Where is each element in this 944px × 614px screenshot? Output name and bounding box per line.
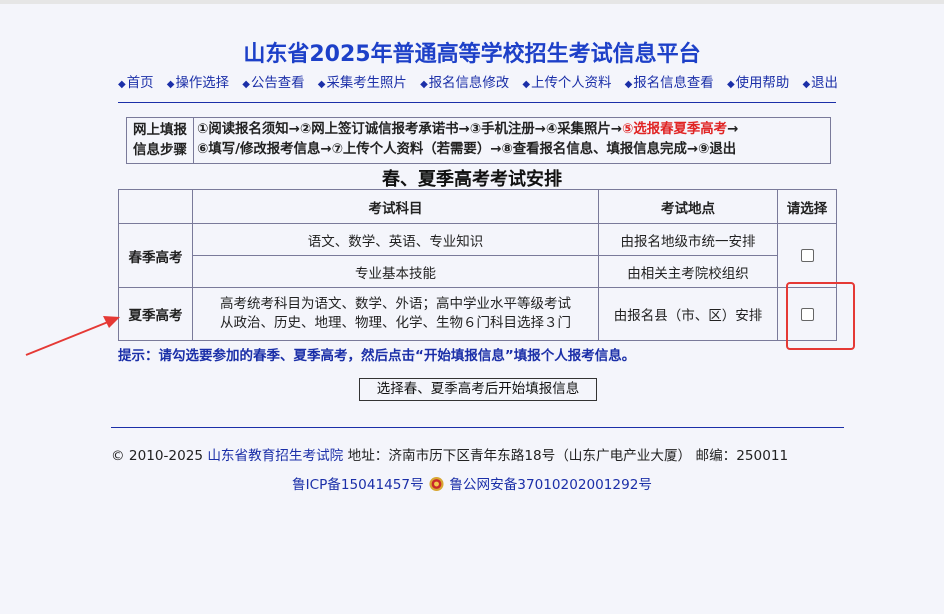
summer-exam-checkbox[interactable] — [800, 307, 814, 321]
footer-info: © 2010-2025 山东省教育招生考试院 地址：济南市历下区青年东路18号（… — [111, 448, 789, 464]
diamond-icon: ◆ — [726, 79, 735, 90]
nav-announcements[interactable]: ◆公告查看 — [242, 71, 304, 91]
diamond-icon: ◆ — [317, 79, 326, 90]
footer-divider — [111, 427, 844, 428]
steps-box: 网上填报 信息步骤 ①阅读报名须知→②网上签订诚信报考承诺书→③手机注册→④采集… — [126, 117, 831, 164]
spring-select-cell — [777, 223, 837, 288]
diamond-icon: ◆ — [420, 79, 428, 90]
summer-location: 由报名县（市、区）安排 — [598, 287, 778, 341]
nav-view-info[interactable]: ◆报名信息查看 — [625, 71, 714, 91]
nav-exit[interactable]: ◆退出 — [802, 71, 837, 91]
spring-exam-label: 春季高考 — [118, 223, 193, 288]
page-title: 山东省2025年普通高等学校招生考试信息平台 — [243, 42, 701, 67]
table-row: 夏季高考 高考统考科目为语文、数学、外语；高中学业水平等级考试 从政治、历史、地… — [118, 287, 837, 341]
current-step: ⑤选报春夏季高考 — [622, 122, 728, 137]
steps-label: 网上填报 信息步骤 — [127, 118, 194, 163]
police-record-link[interactable]: 鲁公网安备37010202001292号 — [449, 477, 652, 493]
arrow-line — [25, 321, 109, 356]
org-link[interactable]: 山东省教育招生考试院 — [207, 448, 343, 464]
summer-select-cell — [777, 287, 837, 341]
start-fill-button[interactable]: 选择春、夏季高考后开始填报信息 — [359, 378, 597, 401]
summer-exam-label: 夏季高考 — [118, 287, 193, 341]
police-badge-icon — [429, 476, 444, 492]
top-rule — [0, 0, 944, 4]
main-nav: ◆首页 ◆操作选择 ◆公告查看 ◆采集考生照片 ◆报名信息修改 ◆上传个人资料 … — [118, 71, 838, 91]
spring-location-1: 由报名地级市统一安排 — [598, 223, 778, 256]
divider — [118, 102, 836, 103]
nav-modify-info[interactable]: ◆报名信息修改 — [420, 71, 509, 91]
spring-subject-1: 语文、数学、英语、专业知识 — [192, 223, 599, 256]
icp-link[interactable]: 鲁ICP备15041457号 — [292, 477, 424, 493]
nav-home[interactable]: ◆首页 — [118, 71, 153, 91]
hint-text: 提示：请勾选要参加的春季、夏季高考，然后点击“开始填报信息”填报个人报考信息。 — [118, 348, 636, 364]
nav-upload-docs[interactable]: ◆上传个人资料 — [522, 71, 611, 91]
spring-exam-checkbox[interactable] — [800, 249, 814, 262]
summer-subject: 高考统考科目为语文、数学、外语；高中学业水平等级考试 从政治、历史、地理、物理、… — [192, 287, 599, 341]
diamond-icon: ◆ — [242, 79, 250, 90]
diamond-icon: ◆ — [522, 79, 531, 90]
diamond-icon: ◆ — [624, 79, 633, 90]
nav-collect-photo[interactable]: ◆采集考生照片 — [318, 71, 407, 91]
nav-operation-select[interactable]: ◆操作选择 — [167, 71, 229, 91]
table-title: 春、夏季高考考试安排 — [382, 169, 562, 190]
table-row: 春季高考 语文、数学、英语、专业知识 由报名地级市统一安排 — [118, 223, 837, 288]
steps-flow: ①阅读报名须知→②网上签订诚信报考承诺书→③手机注册→④采集照片→⑤选报春夏季高… — [197, 122, 739, 157]
nav-help[interactable]: ◆使用帮助 — [727, 71, 789, 91]
exam-arrangement-table: 考试科目 考试地点 请选择 春季高考 语文、数学、英语、专业知识 由报名地级市统… — [118, 189, 837, 341]
table-row: 专业基本技能 由相关主考院校组织 — [119, 255, 837, 288]
spring-subject-2: 专业基本技能 — [192, 255, 599, 288]
diamond-icon: ◆ — [118, 79, 126, 90]
footer-records: 鲁ICP备15041457号 鲁公网安备37010202001292号 — [0, 473, 944, 493]
table-header-row: 考试科目 考试地点 请选择 — [118, 189, 837, 224]
diamond-icon: ◆ — [802, 79, 811, 90]
diamond-icon: ◆ — [166, 79, 175, 90]
spring-location-2: 由相关主考院校组织 — [598, 255, 778, 288]
